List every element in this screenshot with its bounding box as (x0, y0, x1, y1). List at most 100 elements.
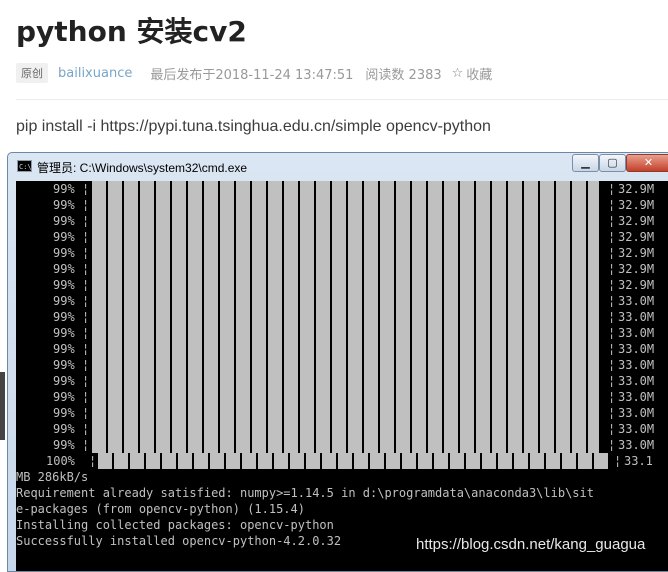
download-size: 33.0M (618, 358, 655, 372)
progress-bar-fill (92, 245, 599, 261)
progress-bar-fill (92, 181, 599, 197)
watermark: https://blog.csdn.net/kang_guagua (416, 536, 646, 553)
progress-row: 99% ¦ ¦ 33.0M (16, 309, 668, 325)
progress-percent: 99% (53, 342, 75, 356)
progress-row: 99% ¦ ¦ 32.9M (16, 229, 668, 245)
progress-row: 99% ¦ ¦ 32.9M (16, 213, 668, 229)
progress-bar-fill (92, 213, 599, 229)
bar-right-edge: ¦ (608, 214, 616, 228)
install-command: pip install -i https://pypi.tuna.tsinghu… (16, 118, 491, 135)
bar-left-edge: ¦ (82, 262, 90, 276)
bar-right-edge: ¦ (608, 326, 616, 340)
bar-left-edge: ¦ (82, 422, 90, 436)
bar-left-edge: ¦ (82, 310, 90, 324)
progress-percent: 99% (53, 374, 75, 388)
progress-bar-fill (92, 309, 599, 325)
progress-percent: 99% (53, 406, 75, 420)
progress-bar-fill (92, 261, 599, 277)
progress-bar-fill (92, 357, 599, 373)
download-size: 33.1 (624, 454, 653, 468)
progress-row: 99% ¦ ¦ 33.0M (16, 421, 668, 437)
progress-bar-fill (92, 325, 599, 341)
download-size: 32.9M (618, 230, 655, 244)
bar-right-edge: ¦ (608, 198, 616, 212)
download-size: 32.9M (618, 278, 655, 292)
progress-percent: 99% (53, 438, 75, 452)
page-edge-decoration (0, 372, 5, 440)
bar-right-edge: ¦ (608, 294, 616, 308)
progress-percent: 99% (53, 214, 75, 228)
bar-left-edge: ¦ (82, 230, 90, 244)
console-line: MB 286kB/s (16, 470, 89, 484)
progress-percent: 100% (46, 454, 75, 468)
favorite-button[interactable]: 收藏 (466, 64, 492, 83)
bar-left-edge: ¦ (82, 214, 90, 228)
progress-bar-fill (92, 389, 599, 405)
download-size: 33.0M (618, 406, 655, 420)
read-count: 阅读数 2383 (365, 67, 442, 83)
download-size: 33.0M (618, 294, 655, 308)
window-title: 管理员: C:\Windows\system32\cmd.exe (37, 161, 248, 175)
progress-percent: 99% (53, 390, 75, 404)
minimize-button[interactable]: ▁ (572, 154, 599, 172)
download-size: 33.0M (618, 422, 655, 436)
close-button[interactable]: ✕ (626, 154, 668, 172)
console-line: e-packages (from opencv-python) (1.15.4) (16, 502, 305, 516)
progress-percent: 99% (53, 198, 75, 212)
bar-right-edge: ¦ (608, 182, 616, 196)
download-size: 32.9M (618, 246, 655, 260)
progress-percent: 99% (53, 294, 75, 308)
progress-row: 99% ¦ ¦ 33.0M (16, 405, 668, 421)
bar-right-edge: ¦ (608, 342, 616, 356)
bar-right-edge: ¦ (608, 406, 616, 420)
cmd-window: C:\ 管理员: C:\Windows\system32\cmd.exe ▁ ▢… (7, 152, 668, 572)
bar-left-edge: ¦ (89, 454, 97, 468)
progress-percent: 99% (53, 326, 75, 340)
progress-row: 99% ¦ ¦ 32.9M (16, 197, 668, 213)
progress-bar-fill (92, 277, 599, 293)
author-link[interactable]: bailixuance (58, 66, 132, 81)
download-size: 32.9M (618, 214, 655, 228)
progress-row: 99% ¦ ¦ 33.0M (16, 325, 668, 341)
progress-row: 99% ¦ ¦ 33.0M (16, 341, 668, 357)
progress-bar-fill (92, 421, 599, 437)
download-size: 33.0M (618, 310, 655, 324)
bar-right-edge: ¦ (608, 278, 616, 292)
cmd-icon: C:\ (17, 160, 32, 172)
bar-right-edge: ¦ (608, 262, 616, 276)
star-icon[interactable]: ☆ (452, 66, 464, 81)
download-size: 33.0M (618, 438, 655, 452)
progress-row: 99% ¦ ¦ 32.9M (16, 277, 668, 293)
progress-bar-fill (92, 373, 599, 389)
progress-bar-fill (92, 197, 599, 213)
progress-percent: 99% (53, 278, 75, 292)
bar-left-edge: ¦ (82, 278, 90, 292)
download-size: 32.9M (618, 182, 655, 196)
bar-right-edge: ¦ (608, 390, 616, 404)
console-output[interactable]: 99% ¦ ¦ 32.9M 99% ¦ ¦ 32.9M 99% ¦ ¦ 32.9M 99% ¦ ¦ 32.9M… (16, 181, 668, 571)
progress-bar-fill (98, 453, 610, 469)
bar-left-edge: ¦ (82, 198, 90, 212)
bar-left-edge: ¦ (82, 438, 90, 452)
progress-percent: 99% (53, 262, 75, 276)
progress-row: 100% ¦ ¦ 33.1 (16, 453, 668, 469)
progress-bar-fill (92, 405, 599, 421)
bar-left-edge: ¦ (82, 358, 90, 372)
progress-row: 99% ¦ ¦ 32.9M (16, 261, 668, 277)
bar-left-edge: ¦ (82, 182, 90, 196)
article-title: python 安装cv2 (16, 15, 247, 48)
bar-right-edge: ¦ (614, 454, 622, 468)
window-titlebar[interactable]: C:\ 管理员: C:\Windows\system32\cmd.exe ▁ ▢… (8, 153, 668, 181)
maximize-button[interactable]: ▢ (599, 154, 626, 172)
bar-right-edge: ¦ (608, 438, 616, 452)
bar-right-edge: ¦ (608, 230, 616, 244)
divider (16, 99, 668, 100)
progress-row: 99% ¦ ¦ 33.0M (16, 293, 668, 309)
bar-right-edge: ¦ (608, 374, 616, 388)
article-meta: 原创 bailixuance 最后发布于2018-11-24 13:47:51 … (16, 62, 492, 84)
progress-percent: 99% (53, 310, 75, 324)
download-size: 33.0M (618, 342, 655, 356)
bar-right-edge: ¦ (608, 422, 616, 436)
bar-left-edge: ¦ (82, 406, 90, 420)
progress-bar-fill (92, 293, 599, 309)
